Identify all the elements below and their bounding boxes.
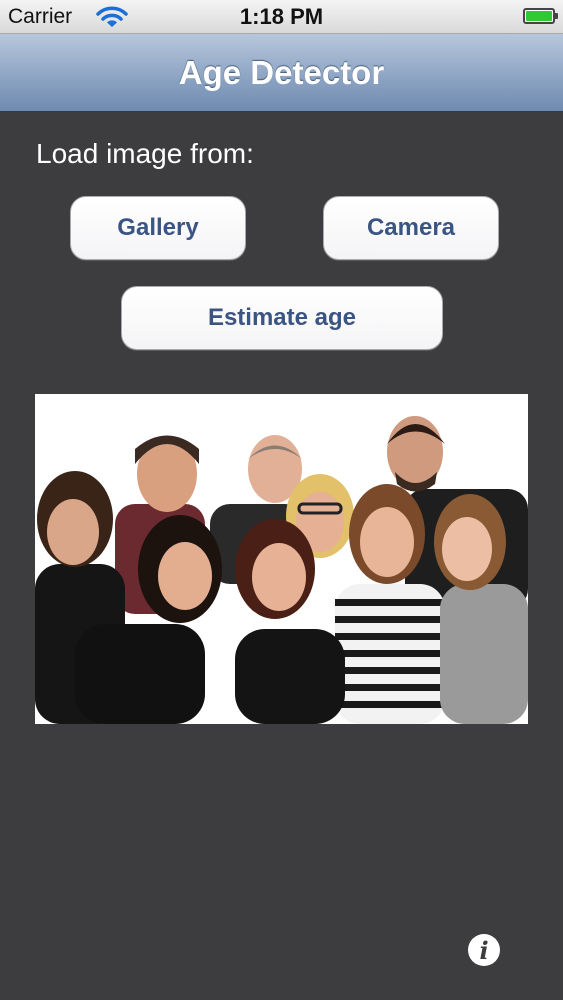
battery-icon [523, 8, 558, 24]
group-photo [35, 394, 528, 724]
load-image-label: Load image from: [36, 138, 254, 169]
status-bar: Carrier 1:18 PM [0, 0, 563, 34]
gallery-button[interactable]: Gallery [70, 196, 246, 260]
estimate-age-button[interactable]: Estimate age [121, 286, 443, 350]
page-title: Age Detector [178, 54, 385, 91]
battery-fill [526, 11, 552, 21]
camera-button[interactable]: Camera [323, 196, 499, 260]
info-icon[interactable]: i [468, 934, 500, 966]
navigation-bar: Age Detector [0, 34, 563, 112]
status-time: 1:18 PM [239, 4, 324, 29]
